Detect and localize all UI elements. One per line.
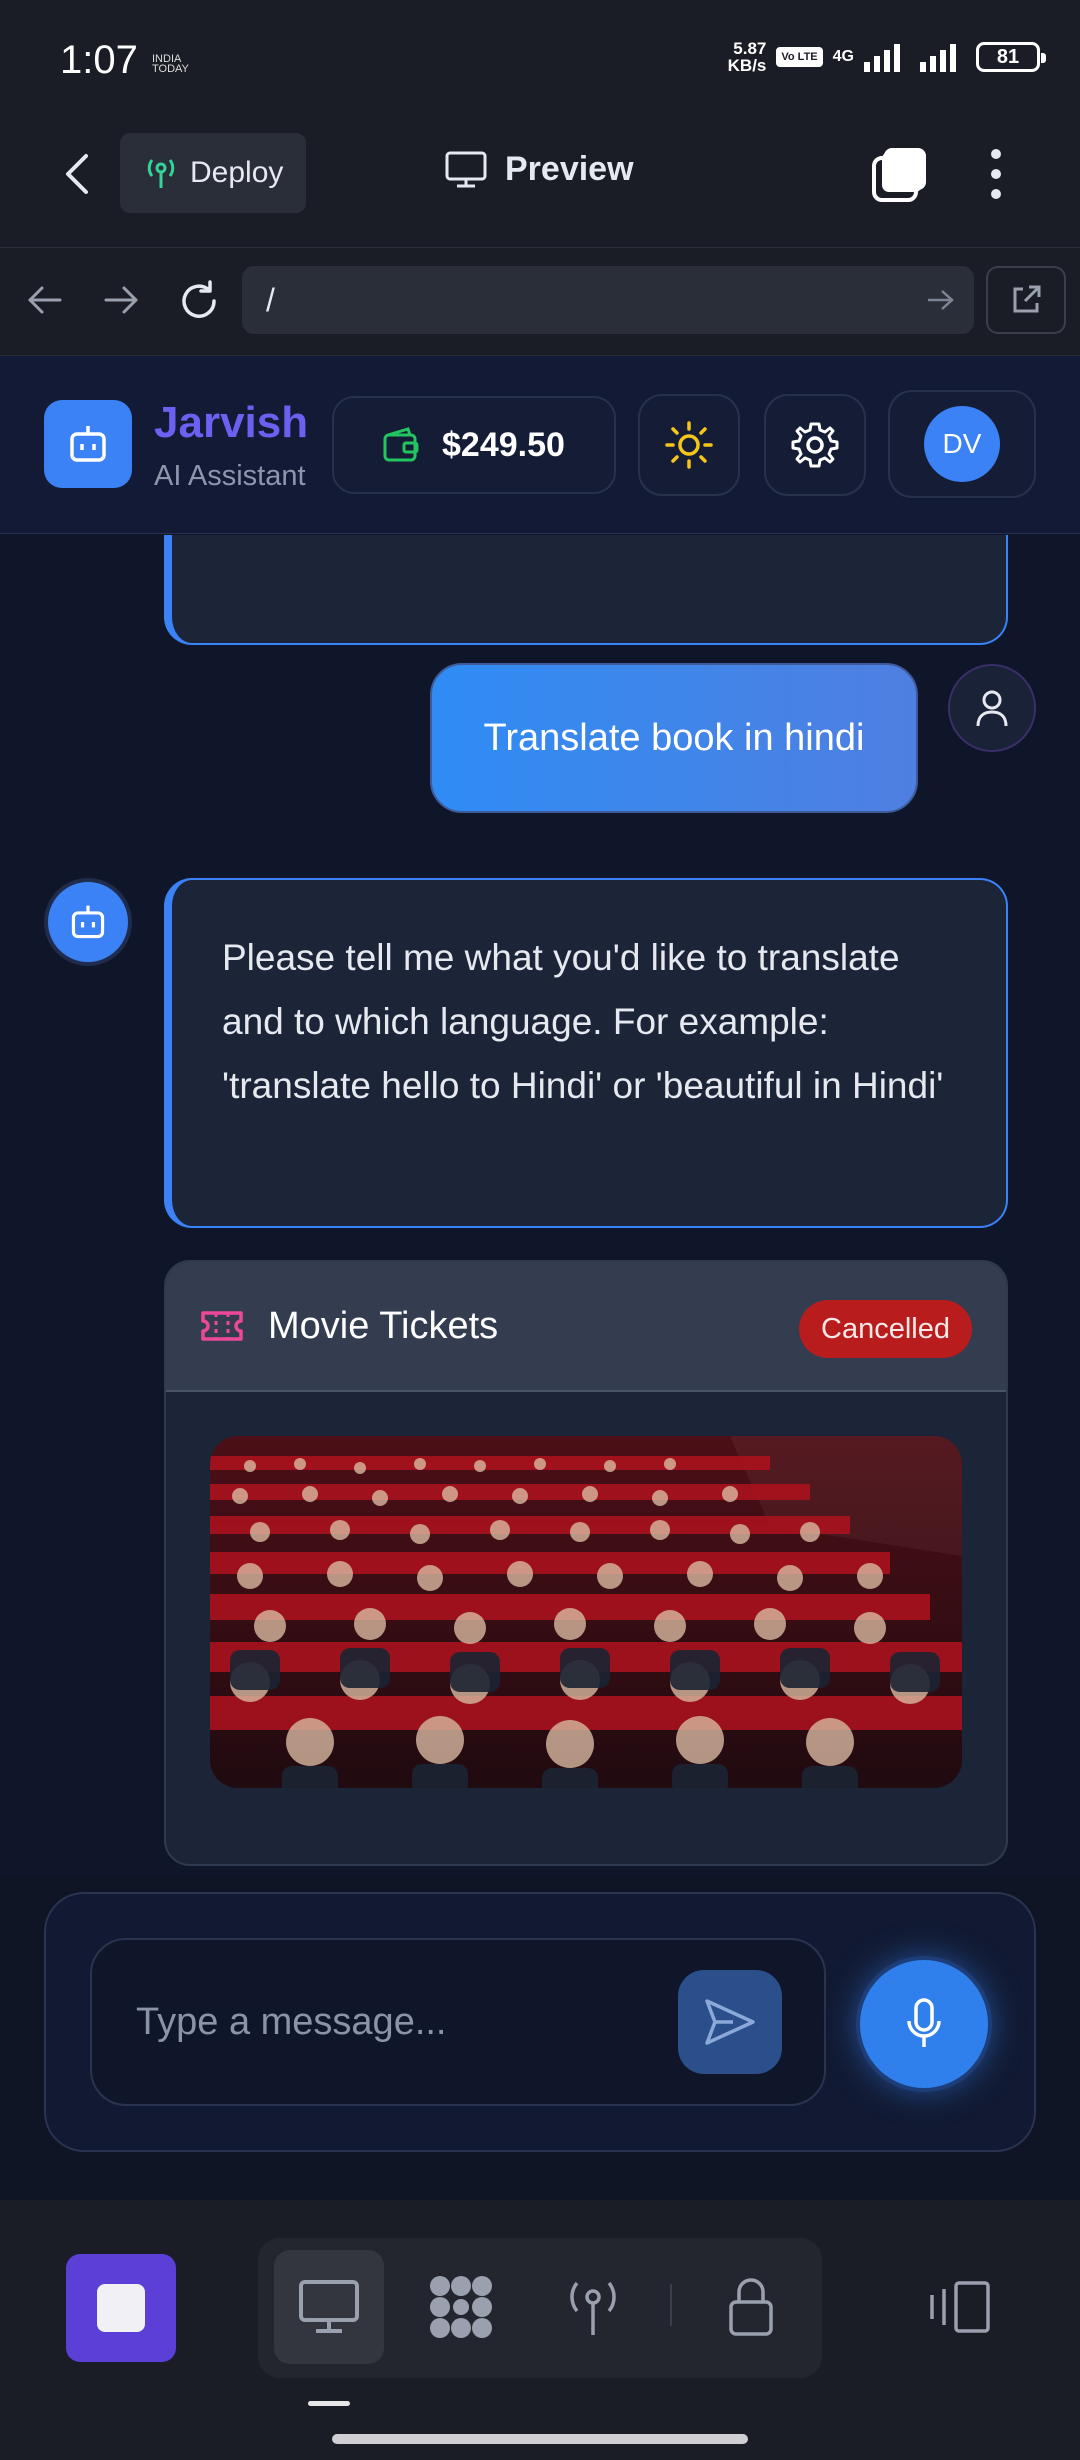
microphone-icon bbox=[907, 1998, 941, 2047]
preview-tab[interactable]: Preview bbox=[445, 150, 634, 189]
apps-grid-icon bbox=[430, 2276, 492, 2338]
stop-button[interactable] bbox=[66, 2254, 176, 2362]
sun-icon bbox=[665, 421, 713, 469]
ticket-icon bbox=[201, 1311, 243, 1341]
reload-icon[interactable] bbox=[178, 280, 220, 322]
go-arrow-icon[interactable] bbox=[926, 288, 954, 312]
user-message-bubble: Translate book in hindi bbox=[430, 663, 918, 813]
send-icon bbox=[705, 1999, 755, 2045]
tool-deploy[interactable] bbox=[538, 2250, 648, 2364]
network-type: 4G bbox=[832, 48, 854, 65]
nav-indicator-dash bbox=[308, 2401, 350, 2406]
movie-ticket-card[interactable]: Movie Tickets Cancelled bbox=[164, 1260, 1008, 1866]
monitor-icon bbox=[445, 151, 487, 187]
back-arrow-icon[interactable] bbox=[58, 152, 98, 196]
deploy-button[interactable]: Deploy bbox=[120, 133, 306, 213]
url-input[interactable]: / bbox=[242, 266, 974, 334]
balance-amount: $249.50 bbox=[442, 425, 565, 464]
app-logo bbox=[44, 400, 132, 488]
status-time: 1:07 bbox=[60, 38, 138, 82]
more-vert-icon[interactable] bbox=[986, 148, 1006, 200]
ticket-card-header: Movie Tickets Cancelled bbox=[166, 1262, 1006, 1392]
tool-lock[interactable] bbox=[696, 2250, 806, 2364]
toolbar-divider bbox=[670, 2284, 672, 2326]
gear-icon bbox=[791, 422, 839, 468]
tool-apps[interactable] bbox=[406, 2250, 516, 2364]
app-title: Jarvish bbox=[154, 398, 309, 447]
voice-input-button[interactable] bbox=[856, 1956, 992, 2092]
avatar: DV bbox=[924, 406, 1000, 482]
status-brand-icon: INDIA TODAY bbox=[152, 53, 189, 75]
ticket-title: Movie Tickets bbox=[268, 1304, 499, 1347]
monitor-icon bbox=[299, 2280, 359, 2333]
home-indicator[interactable] bbox=[332, 2434, 748, 2444]
nav-forward-icon[interactable] bbox=[102, 284, 140, 316]
preview-label: Preview bbox=[505, 150, 634, 188]
open-external-button[interactable] bbox=[986, 266, 1066, 334]
app-subtitle: AI Assistant bbox=[154, 460, 306, 492]
tool-preview[interactable] bbox=[274, 2250, 384, 2364]
settings-button[interactable] bbox=[764, 394, 866, 496]
robot-icon bbox=[71, 905, 105, 939]
signal-icon bbox=[864, 44, 900, 72]
battery-icon: 81 bbox=[976, 42, 1046, 72]
signal-icon-2 bbox=[920, 44, 956, 72]
robot-icon bbox=[70, 426, 106, 462]
send-button[interactable] bbox=[678, 1970, 782, 2074]
user-avatar bbox=[948, 664, 1036, 752]
wallet-balance[interactable]: $249.50 bbox=[332, 396, 616, 494]
nav-back-icon[interactable] bbox=[26, 284, 64, 316]
bot-avatar bbox=[44, 878, 132, 966]
cinema-audience-illustration bbox=[210, 1436, 962, 1788]
split-view-icon bbox=[930, 2281, 990, 2333]
chat-messages[interactable]: Translate book in hindi Please tell me w… bbox=[0, 535, 1080, 1875]
tool-split-view[interactable] bbox=[904, 2250, 1014, 2364]
deploy-label: Deploy bbox=[190, 156, 284, 189]
previous-bot-message bbox=[164, 535, 1008, 645]
bot-message-bubble: Please tell me what you'd like to transl… bbox=[164, 878, 1008, 1228]
status-indicators: 5.87 KB/s Vo LTE 4G 81 bbox=[727, 39, 1046, 75]
lock-icon bbox=[729, 2278, 773, 2336]
movie-theater-image bbox=[210, 1436, 962, 1788]
external-link-icon bbox=[1013, 285, 1041, 313]
user-icon bbox=[976, 690, 1008, 727]
volte-icon: Vo LTE bbox=[776, 47, 823, 67]
stop-icon bbox=[97, 2284, 145, 2332]
user-menu-button[interactable]: DV bbox=[888, 390, 1036, 498]
net-speed: 5.87 KB/s bbox=[727, 39, 767, 75]
theme-toggle-button[interactable] bbox=[638, 394, 740, 496]
deploy-antenna-icon bbox=[570, 2281, 616, 2335]
deploy-antenna-icon bbox=[147, 159, 175, 188]
wallet-icon bbox=[383, 427, 419, 462]
tabs-icon[interactable] bbox=[870, 146, 930, 204]
status-badge: Cancelled bbox=[799, 1300, 972, 1358]
